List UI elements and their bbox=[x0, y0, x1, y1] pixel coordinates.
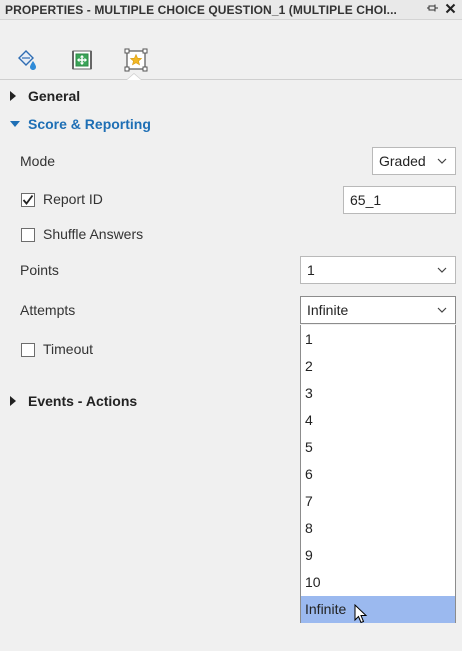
shuffle-answers-checkbox[interactable] bbox=[21, 228, 35, 242]
timeout-checkbox[interactable] bbox=[21, 343, 35, 357]
shuffle-answers-label: Shuffle Answers bbox=[43, 226, 144, 242]
dropdown-option[interactable]: 8 bbox=[301, 515, 455, 542]
close-icon[interactable] bbox=[443, 2, 457, 17]
collapse-arrow-icon bbox=[10, 121, 20, 131]
active-tab-indicator-fill bbox=[127, 74, 141, 80]
chevron-down-icon bbox=[437, 307, 447, 313]
attempts-select[interactable]: Infinite bbox=[300, 296, 456, 324]
dropdown-option[interactable]: 9 bbox=[301, 542, 455, 569]
pin-icon[interactable] bbox=[425, 2, 439, 17]
dropdown-option[interactable]: 7 bbox=[301, 488, 455, 515]
mouse-cursor-icon bbox=[354, 604, 368, 624]
dropdown-option[interactable]: 4 bbox=[301, 407, 455, 434]
dropdown-option[interactable]: 5 bbox=[301, 434, 455, 461]
position-size-icon[interactable] bbox=[70, 48, 94, 72]
expand-arrow-icon bbox=[10, 396, 20, 406]
timeout-label: Timeout bbox=[43, 341, 94, 357]
mode-label: Mode bbox=[20, 153, 56, 169]
properties-panel: PROPERTIES - MULTIPLE CHOICE QUESTION_1 … bbox=[0, 0, 462, 651]
panel-title: PROPERTIES - MULTIPLE CHOICE QUESTION_1 … bbox=[5, 2, 397, 17]
dropdown-option[interactable]: 6 bbox=[301, 461, 455, 488]
report-id-field[interactable]: 65_1 bbox=[343, 186, 456, 214]
points-label: Points bbox=[20, 262, 59, 278]
points-select[interactable]: 1 bbox=[300, 256, 456, 284]
attempts-select-value: Infinite bbox=[307, 302, 349, 318]
section-general-label: General bbox=[28, 88, 81, 104]
star-frame-icon[interactable] bbox=[124, 48, 148, 72]
expand-arrow-icon bbox=[10, 91, 20, 101]
dropdown-option[interactable]: 2 bbox=[301, 353, 455, 380]
chevron-down-icon bbox=[437, 267, 447, 273]
dropdown-option[interactable]: 1 bbox=[301, 326, 455, 353]
chevron-down-icon bbox=[437, 158, 447, 164]
attempts-dropdown-list: 1 2 3 4 5 6 7 8 9 10 Infinite bbox=[300, 325, 456, 623]
title-bar: PROPERTIES - MULTIPLE CHOICE QUESTION_1 … bbox=[0, 0, 462, 20]
paint-bucket-icon[interactable] bbox=[15, 48, 39, 72]
points-select-value: 1 bbox=[307, 262, 315, 278]
mode-select-value: Graded bbox=[379, 153, 426, 169]
report-id-label: Report ID bbox=[43, 191, 103, 207]
attempts-label: Attempts bbox=[20, 302, 76, 318]
dropdown-option-highlighted[interactable]: Infinite bbox=[301, 596, 455, 623]
section-events-label: Events - Actions bbox=[28, 393, 138, 409]
checkmark-icon bbox=[22, 194, 34, 205]
mode-select[interactable]: Graded bbox=[372, 147, 456, 175]
dropdown-option[interactable]: 3 bbox=[301, 380, 455, 407]
section-score-label: Score & Reporting bbox=[28, 116, 151, 132]
report-id-checkbox[interactable] bbox=[21, 193, 35, 207]
dropdown-option[interactable]: 10 bbox=[301, 569, 455, 596]
property-tabs bbox=[0, 20, 462, 80]
